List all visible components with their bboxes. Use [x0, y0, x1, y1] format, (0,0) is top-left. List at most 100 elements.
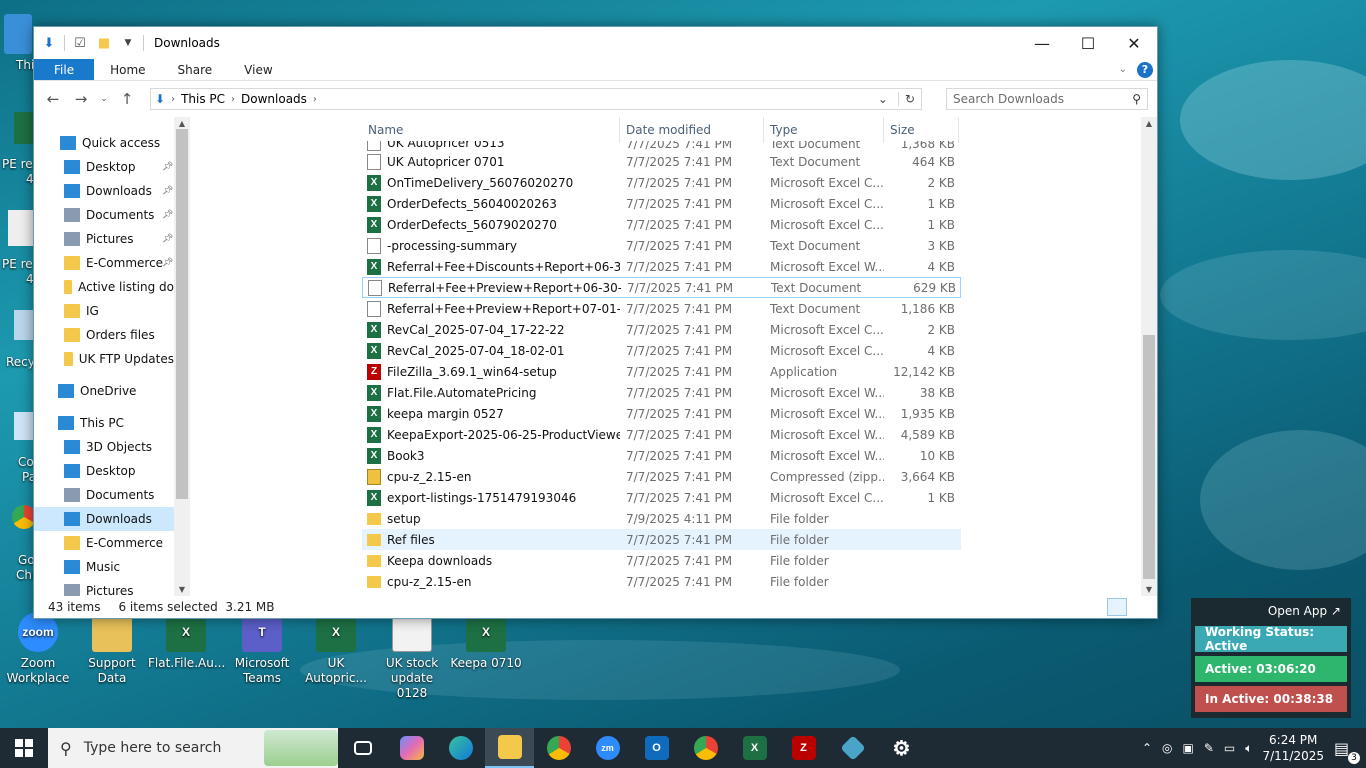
file-row[interactable]: X OnTimeDelivery_56076020270 7/7/2025 7:41…	[362, 172, 961, 193]
column-type[interactable]: Type	[764, 117, 884, 143]
file-row[interactable]: X Flat.File.AutomatePricing 7/7/2025 7:41 …	[362, 382, 961, 403]
file-row[interactable]: Z FileZilla_3.69.1_win64-setup 7/7/2025 7:…	[362, 361, 961, 382]
pin-icon[interactable]: 📌︎	[162, 210, 173, 220]
outlook-button[interactable]: O	[632, 728, 681, 768]
desktop-icon-zoom[interactable]: zoom Zoom Workplace	[0, 612, 76, 686]
nav-scrollbar[interactable]: ▲ ▼	[174, 117, 190, 596]
file-row[interactable]: X Referral+Fee+Discounts+Report+06-30-2..…	[362, 256, 961, 277]
file-scroll-thumb[interactable]	[1143, 335, 1155, 579]
file-row[interactable]: X Book3 7/7/2025 7:41 PM Microsoft Excel W.…	[362, 445, 961, 466]
up-button[interactable]: ↑	[116, 90, 138, 108]
nav-scroll-thumb[interactable]	[176, 129, 188, 499]
this-pc-icon[interactable]	[4, 14, 32, 54]
notification-button[interactable]: ▤ 3	[1334, 739, 1360, 764]
file-row[interactable]: Ref files 7/7/2025 7:41 PM File folder	[362, 529, 961, 550]
file-row[interactable]: -processing-summary 7/7/2025 7:41 PM Text …	[362, 235, 961, 256]
refresh-icon[interactable]: ↻	[897, 92, 921, 106]
pin-icon[interactable]: 📌︎	[162, 234, 173, 244]
copilot-button[interactable]	[387, 728, 436, 768]
search-input[interactable]: Search Downloads	[953, 92, 1064, 106]
file-row[interactable]: Xexport-listings-1751479193046 7/7/2025 7…	[362, 487, 961, 508]
breadcrumb-downloads[interactable]: Downloads	[241, 92, 307, 106]
nav-item[interactable]: Orders files	[34, 323, 174, 347]
file-scrollbar[interactable]: ▲ ▼	[1141, 117, 1157, 596]
file-row[interactable]: X OrderDefects_56040020263 7/7/2025 7:41 P…	[362, 193, 961, 214]
scroll-up-icon[interactable]: ▲	[174, 119, 190, 128]
document-icon[interactable]	[8, 210, 34, 246]
file-row[interactable]: cpu-z_2.15-en 7/7/2025 7:41 PM File folder	[362, 571, 961, 592]
help-icon[interactable]: ?	[1137, 61, 1153, 78]
properties-icon[interactable]: ☑	[71, 34, 89, 52]
tab-view[interactable]: View	[228, 59, 288, 80]
nav-item[interactable]: Pictures 📌︎	[34, 227, 174, 251]
address-bar[interactable]: ⬇ › This PC › Downloads › ⌄ ↻	[150, 88, 922, 110]
edge-button[interactable]	[436, 728, 485, 768]
settings-button[interactable]: ⚙	[877, 728, 926, 768]
desktop-icon-keepa[interactable]: X Keepa 0710	[448, 612, 524, 671]
maximize-button[interactable]: ☐	[1065, 27, 1111, 59]
tab-file[interactable]: File	[34, 59, 95, 80]
nav-item[interactable]: Desktop 📌︎	[34, 155, 174, 179]
chevron-up-icon[interactable]: ⌃	[1142, 741, 1152, 755]
file-row[interactable]: Xkeepa margin 0527 7/7/2025 7:41 PM Micros…	[362, 403, 961, 424]
nav-item[interactable]: IG	[34, 299, 174, 323]
search-box[interactable]: Search Downloads ⚲	[946, 88, 1148, 110]
meet-now-icon[interactable]: ◎	[1162, 741, 1172, 755]
desktop-icon-teams[interactable]: T Microsoft Teams	[224, 612, 300, 686]
nav-item[interactable]: E-Commerce 📌︎	[34, 251, 174, 275]
column-size[interactable]: Size	[884, 117, 959, 143]
taskbar-search-input[interactable]: Type here to search	[84, 740, 222, 756]
nav-item[interactable]: Music	[34, 555, 174, 579]
file-row[interactable]: X RevCal_2025-07-04_18-02-01 7/7/2025 7:41…	[362, 340, 961, 361]
start-button[interactable]	[0, 728, 48, 768]
file-row[interactable]: UK Autopricer 0513 7/7/2025 7:41 PM Text D…	[362, 141, 961, 151]
nav-item[interactable]: Downloads	[34, 507, 174, 531]
file-row[interactable]: UK Autopricer 0701 7/7/2025 7:41 PM Text D…	[362, 151, 961, 172]
open-app-button[interactable]: Open App ↗	[1195, 602, 1347, 622]
customize-toolbar-icon[interactable]: ▼	[119, 34, 137, 52]
address-dropdown-icon[interactable]: ⌄	[873, 92, 892, 106]
large-icons-view-button[interactable]	[1131, 598, 1151, 616]
tab-share[interactable]: Share	[162, 59, 229, 80]
column-name[interactable]: Name	[362, 117, 620, 143]
pin-icon[interactable]: 📌︎	[162, 258, 173, 268]
forward-button[interactable]: →	[70, 90, 92, 108]
file-row[interactable]: X RevCal_2025-07-04_17-22-22 7/7/2025 7:41…	[362, 319, 961, 340]
pin-icon[interactable]: 📌︎	[162, 162, 173, 172]
file-row[interactable]: setup 7/9/2025 4:11 PM File folder	[362, 508, 961, 529]
zoom-button[interactable]: zm	[583, 728, 632, 768]
nav-item[interactable]: Documents	[34, 483, 174, 507]
title-bar[interactable]: ⬇ ☑ ■ ▼ Downloads — ☐ ✕	[34, 27, 1157, 59]
desktop-icon-uk-autopricer[interactable]: X UK Autopric...	[298, 612, 374, 686]
pin-icon[interactable]: 📌︎	[162, 186, 173, 196]
file-row[interactable]: X OrderDefects_56079020270 7/7/2025 7:41 P…	[362, 214, 961, 235]
filezilla-button[interactable]: Z	[779, 728, 828, 768]
back-button[interactable]: ←	[42, 90, 64, 108]
nav-item[interactable]: Active listing do	[34, 275, 174, 299]
task-view-button[interactable]	[338, 728, 387, 768]
file-explorer-button[interactable]	[485, 728, 534, 768]
nav-item[interactable]: This PC	[34, 411, 174, 435]
file-row[interactable]: Keepa downloads 7/7/2025 7:41 PM File fold…	[362, 550, 961, 571]
app-button[interactable]	[828, 728, 877, 768]
file-row[interactable]: X KeepaExport-2025-06-25-ProductViewer 7/7…	[362, 424, 961, 445]
nav-item[interactable]: Documents 📌︎	[34, 203, 174, 227]
tab-home[interactable]: Home	[94, 59, 161, 80]
desktop-icon-uk-stock-update[interactable]: UK stock update 0128	[374, 612, 450, 701]
desktop-icon-flat-file[interactable]: X Flat.File.Au...	[148, 612, 225, 671]
scroll-up-icon[interactable]: ▲	[1141, 119, 1157, 128]
scroll-down-icon[interactable]: ▼	[174, 585, 190, 594]
nav-item[interactable]: 3D Objects	[34, 435, 174, 459]
nav-item[interactable]: Quick access	[34, 131, 174, 155]
expand-ribbon-icon[interactable]: ⌄	[1119, 64, 1127, 75]
download-arrow-icon[interactable]: ⬇	[40, 34, 58, 52]
desktop-icon-support-data[interactable]: Support Data	[74, 612, 150, 686]
chrome-button[interactable]	[534, 728, 583, 768]
nav-item[interactable]: Downloads 📌︎	[34, 179, 174, 203]
column-date-modified[interactable]: Date modified	[620, 117, 764, 143]
scroll-down-icon[interactable]: ▼	[1141, 585, 1157, 594]
file-row[interactable]: cpu-z_2.15-en 7/7/2025 7:41 PM Compressed …	[362, 466, 961, 487]
display-icon[interactable]: ▣	[1183, 741, 1194, 755]
volume-icon[interactable]: 🔈︎	[1245, 741, 1252, 756]
recent-locations-icon[interactable]: ⌄	[98, 94, 110, 104]
